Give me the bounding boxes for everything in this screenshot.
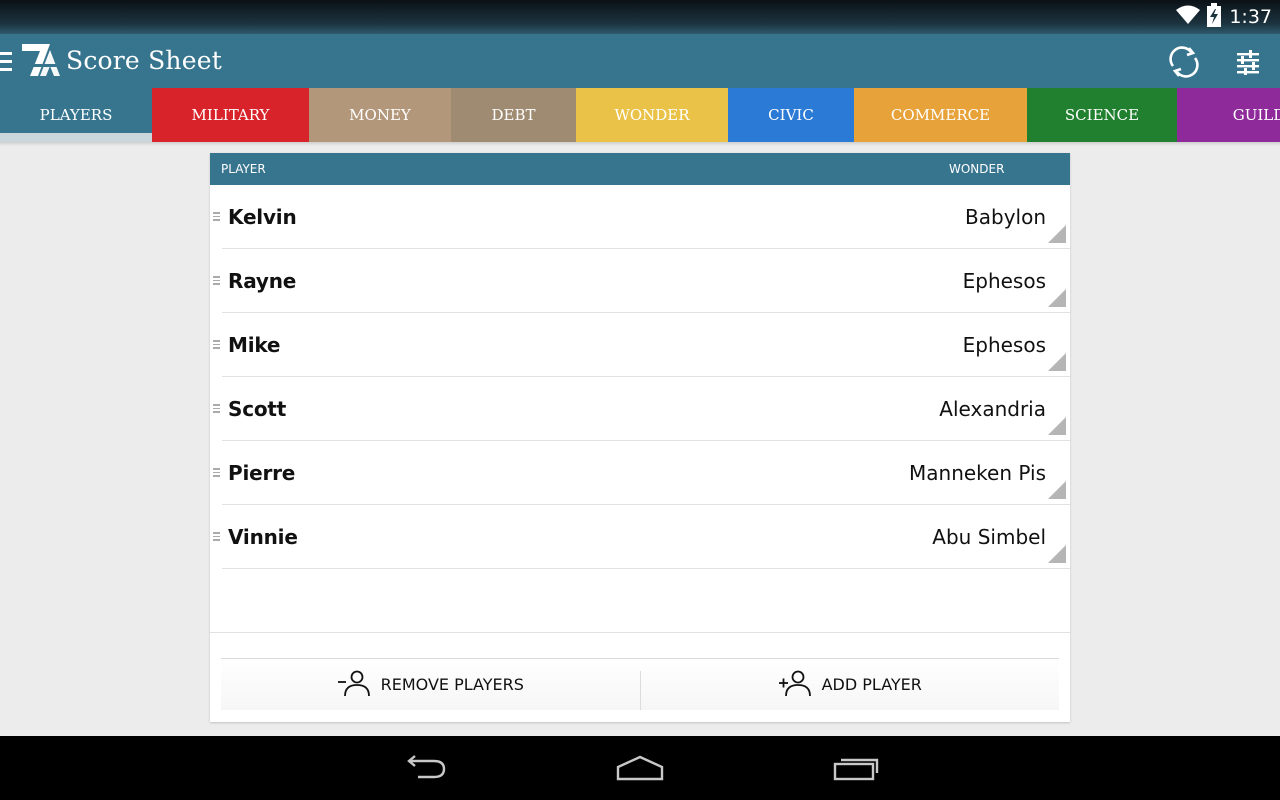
7a-logo-icon[interactable]	[20, 42, 60, 78]
players-card: PLAYER WONDER Kelvin Babylon Rayne Ephes…	[210, 153, 1070, 722]
table-header: PLAYER WONDER	[210, 153, 1070, 185]
tab-science[interactable]: SCIENCE	[1027, 88, 1177, 142]
sliders-icon[interactable]	[1230, 44, 1266, 80]
tab-players[interactable]: PLAYERS	[0, 88, 152, 142]
wonder-select[interactable]: Alexandria	[939, 397, 1046, 421]
wonder-select[interactable]: Ephesos	[963, 269, 1046, 293]
player-row[interactable]: Vinnie Abu Simbel	[210, 505, 1070, 569]
player-name[interactable]: Mike	[228, 333, 280, 357]
category-tabs: PLAYERS MILITARY MONEY DEBT WONDER CIVIC…	[0, 88, 1280, 142]
status-bar: 1:37	[0, 0, 1280, 34]
tab-wonder[interactable]: WONDER	[576, 88, 728, 142]
back-icon[interactable]	[394, 752, 454, 784]
add-person-icon	[778, 669, 812, 701]
dropdown-triangle-icon[interactable]	[1048, 545, 1066, 563]
player-name[interactable]: Vinnie	[228, 525, 298, 549]
drag-handle-icon[interactable]	[213, 340, 220, 349]
wonder-select[interactable]: Babylon	[965, 205, 1046, 229]
player-name[interactable]: Kelvin	[228, 205, 297, 229]
navigation-bar	[0, 736, 1280, 800]
wifi-icon	[1175, 4, 1201, 31]
drag-handle-icon[interactable]	[213, 212, 220, 221]
sync-icon[interactable]	[1166, 44, 1202, 80]
tab-civic[interactable]: CIVIC	[728, 88, 854, 142]
header-player: PLAYER	[221, 162, 266, 176]
header-wonder: WONDER	[949, 162, 1005, 176]
player-name[interactable]: Rayne	[228, 269, 296, 293]
action-bar: Score Sheet	[0, 34, 1280, 88]
tab-money[interactable]: MONEY	[309, 88, 451, 142]
player-row[interactable]: Kelvin Babylon	[210, 185, 1070, 249]
tab-guild[interactable]: GUILD	[1177, 88, 1280, 142]
player-row[interactable]: Scott Alexandria	[210, 377, 1070, 441]
add-player-button[interactable]: ADD PLAYER	[641, 659, 1060, 710]
drag-handle-icon[interactable]	[213, 276, 220, 285]
player-name[interactable]: Pierre	[228, 461, 295, 485]
tab-military[interactable]: MILITARY	[152, 88, 309, 142]
add-player-label: ADD PLAYER	[821, 675, 922, 694]
remove-players-label: REMOVE PLAYERS	[380, 675, 524, 694]
dropdown-triangle-icon[interactable]	[1048, 289, 1066, 307]
remove-players-button[interactable]: REMOVE PLAYERS	[221, 659, 640, 710]
dropdown-triangle-icon[interactable]	[1048, 417, 1066, 435]
empty-row	[210, 569, 1070, 633]
wonder-select[interactable]: Ephesos	[963, 333, 1046, 357]
dropdown-triangle-icon[interactable]	[1048, 225, 1066, 243]
battery-charging-icon	[1207, 2, 1222, 32]
status-time: 1:37	[1229, 6, 1272, 28]
player-row[interactable]: Mike Ephesos	[210, 313, 1070, 377]
tab-commerce[interactable]: COMMERCE	[854, 88, 1027, 142]
recents-icon[interactable]	[826, 752, 886, 784]
tabs-shadow	[0, 142, 1280, 146]
dropdown-triangle-icon[interactable]	[1048, 481, 1066, 499]
dropdown-triangle-icon[interactable]	[1048, 353, 1066, 371]
remove-person-icon	[337, 669, 371, 701]
tab-debt[interactable]: DEBT	[451, 88, 576, 142]
player-row[interactable]: Pierre Manneken Pis	[210, 441, 1070, 505]
button-bar: REMOVE PLAYERS ADD PLAYER	[221, 658, 1059, 710]
player-name[interactable]: Scott	[228, 397, 286, 421]
player-row[interactable]: Rayne Ephesos	[210, 249, 1070, 313]
hamburger-icon[interactable]	[0, 52, 12, 72]
drag-handle-icon[interactable]	[213, 404, 220, 413]
drag-handle-icon[interactable]	[213, 532, 220, 541]
app-title: Score Sheet	[66, 46, 222, 75]
wonder-select[interactable]: Manneken Pis	[909, 461, 1046, 485]
drag-handle-icon[interactable]	[213, 468, 220, 477]
wonder-select[interactable]: Abu Simbel	[932, 525, 1046, 549]
home-icon[interactable]	[610, 752, 670, 784]
